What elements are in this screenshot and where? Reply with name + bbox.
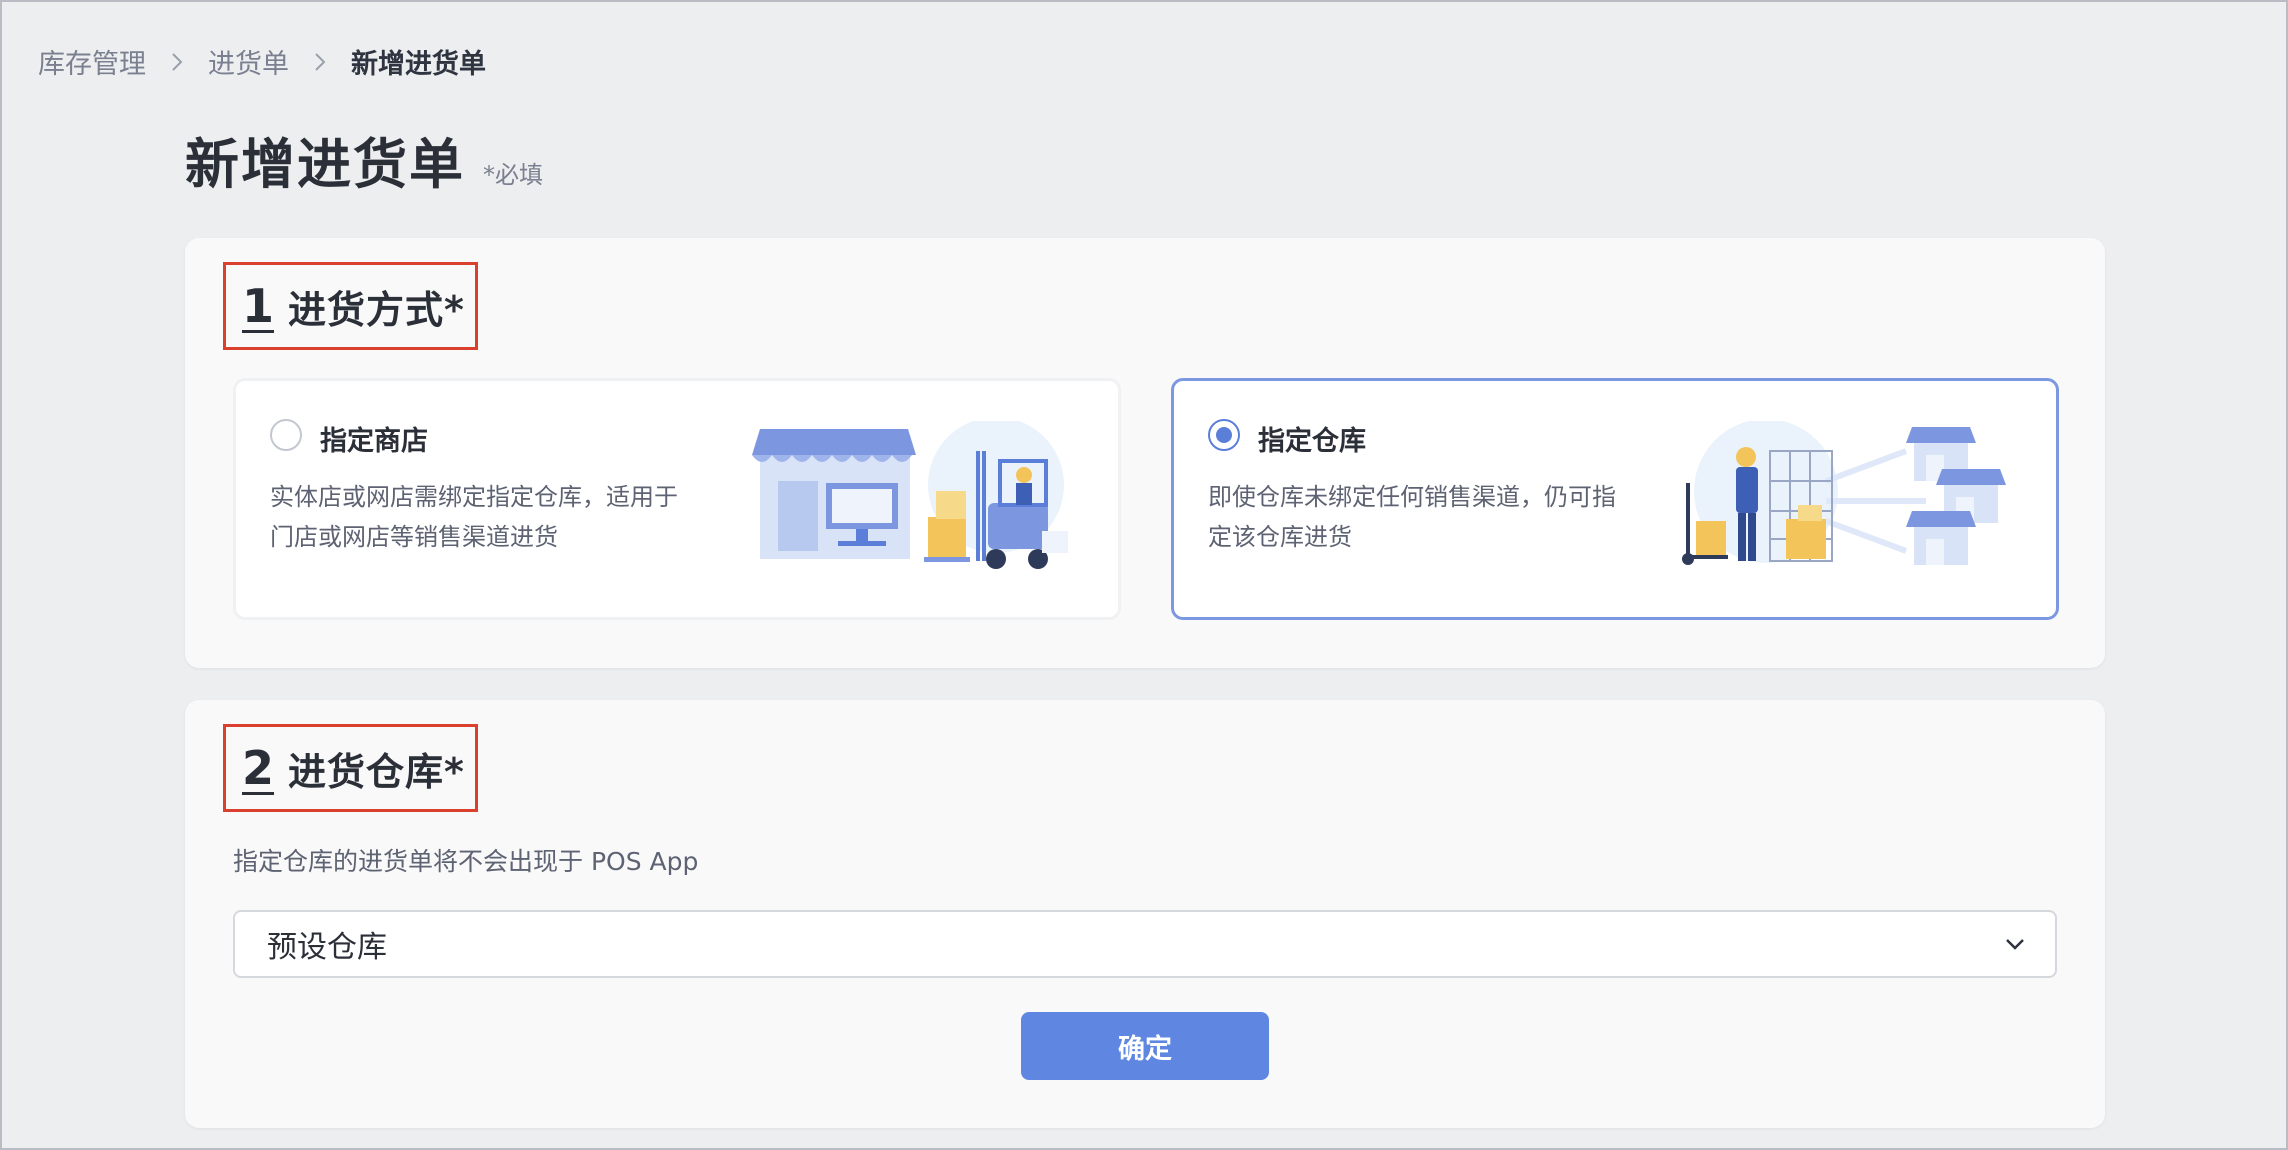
option-label: 指定仓库 [1258,426,1366,457]
option-description: 实体店或网店需绑定指定仓库，适用于门店或网店等销售渠道进货 [270,483,678,551]
option-designated-warehouse[interactable]: 指定仓库 即使仓库未绑定任何销售渠道，仍可指定该仓库进货 [1171,378,2059,620]
radio-designated-warehouse[interactable] [1208,419,1240,451]
section-number: 2 [242,741,275,795]
warehouse-hint: 指定仓库的进货单将不会出现于 POS App [233,847,699,876]
section-number: 1 [242,279,275,333]
breadcrumb-item-inventory[interactable]: 库存管理 [38,42,146,81]
section-heading: 进货仓库* [288,749,465,794]
store-forklift-illustration [752,421,1068,569]
confirm-button[interactable]: 确定 [1021,1012,1269,1080]
select-value: 预设仓库 [267,930,387,965]
option-label: 指定商店 [320,426,428,457]
chevron-right-icon [313,50,327,74]
section-heading: 进货方式* [288,287,465,332]
breadcrumb-item-purchase-orders[interactable]: 进货单 [208,42,289,81]
purchase-warehouse-card: 2 进货仓库* 指定仓库的进货单将不会出现于 POS App 预设仓库 确定 [185,700,2105,1128]
purchase-method-card: 1 进货方式* 指定商店 实体店或网店需绑定指定仓库，适用于门店或网店等销售渠道… [185,238,2105,668]
page-header: 新增进货单 *必填 [185,120,543,199]
section-title-purchase-method: 1 进货方式* [223,262,478,350]
warehouse-select[interactable]: 预设仓库 [233,910,2057,978]
option-designated-store[interactable]: 指定商店 实体店或网店需绑定指定仓库，适用于门店或网店等销售渠道进货 [233,378,1121,620]
chevron-right-icon [170,50,184,74]
page-title: 新增进货单 [185,133,465,196]
chevron-down-icon [2003,934,2027,958]
breadcrumb-current: 新增进货单 [351,49,486,80]
section-title-purchase-warehouse: 2 进货仓库* [223,724,478,812]
warehouse-stores-illustration [1682,421,2006,565]
required-note: *必填 [483,161,543,189]
radio-designated-store[interactable] [270,419,302,451]
breadcrumb: 库存管理 进货单 新增进货单 [38,42,486,81]
option-description: 即使仓库未绑定任何销售渠道，仍可指定该仓库进货 [1208,483,1616,551]
